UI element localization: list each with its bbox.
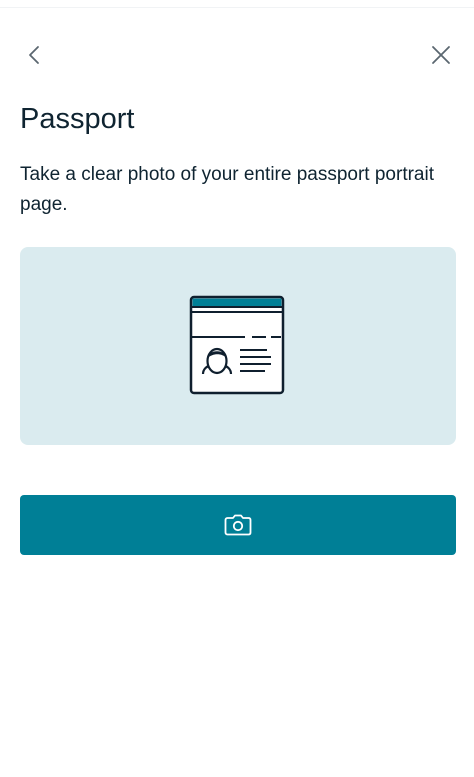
close-button[interactable] [423, 37, 459, 73]
close-icon [432, 46, 450, 64]
camera-icon [224, 514, 252, 536]
top-divider [0, 0, 474, 8]
instructions-text: Take a clear photo of your entire passpo… [20, 164, 435, 215]
take-photo-button[interactable] [20, 495, 456, 555]
chevron-left-icon [29, 46, 39, 64]
passport-illustration-panel [20, 247, 456, 445]
back-button[interactable] [17, 37, 53, 73]
page-title: Passport [20, 103, 135, 135]
passport-portrait-page-icon [189, 295, 285, 395]
